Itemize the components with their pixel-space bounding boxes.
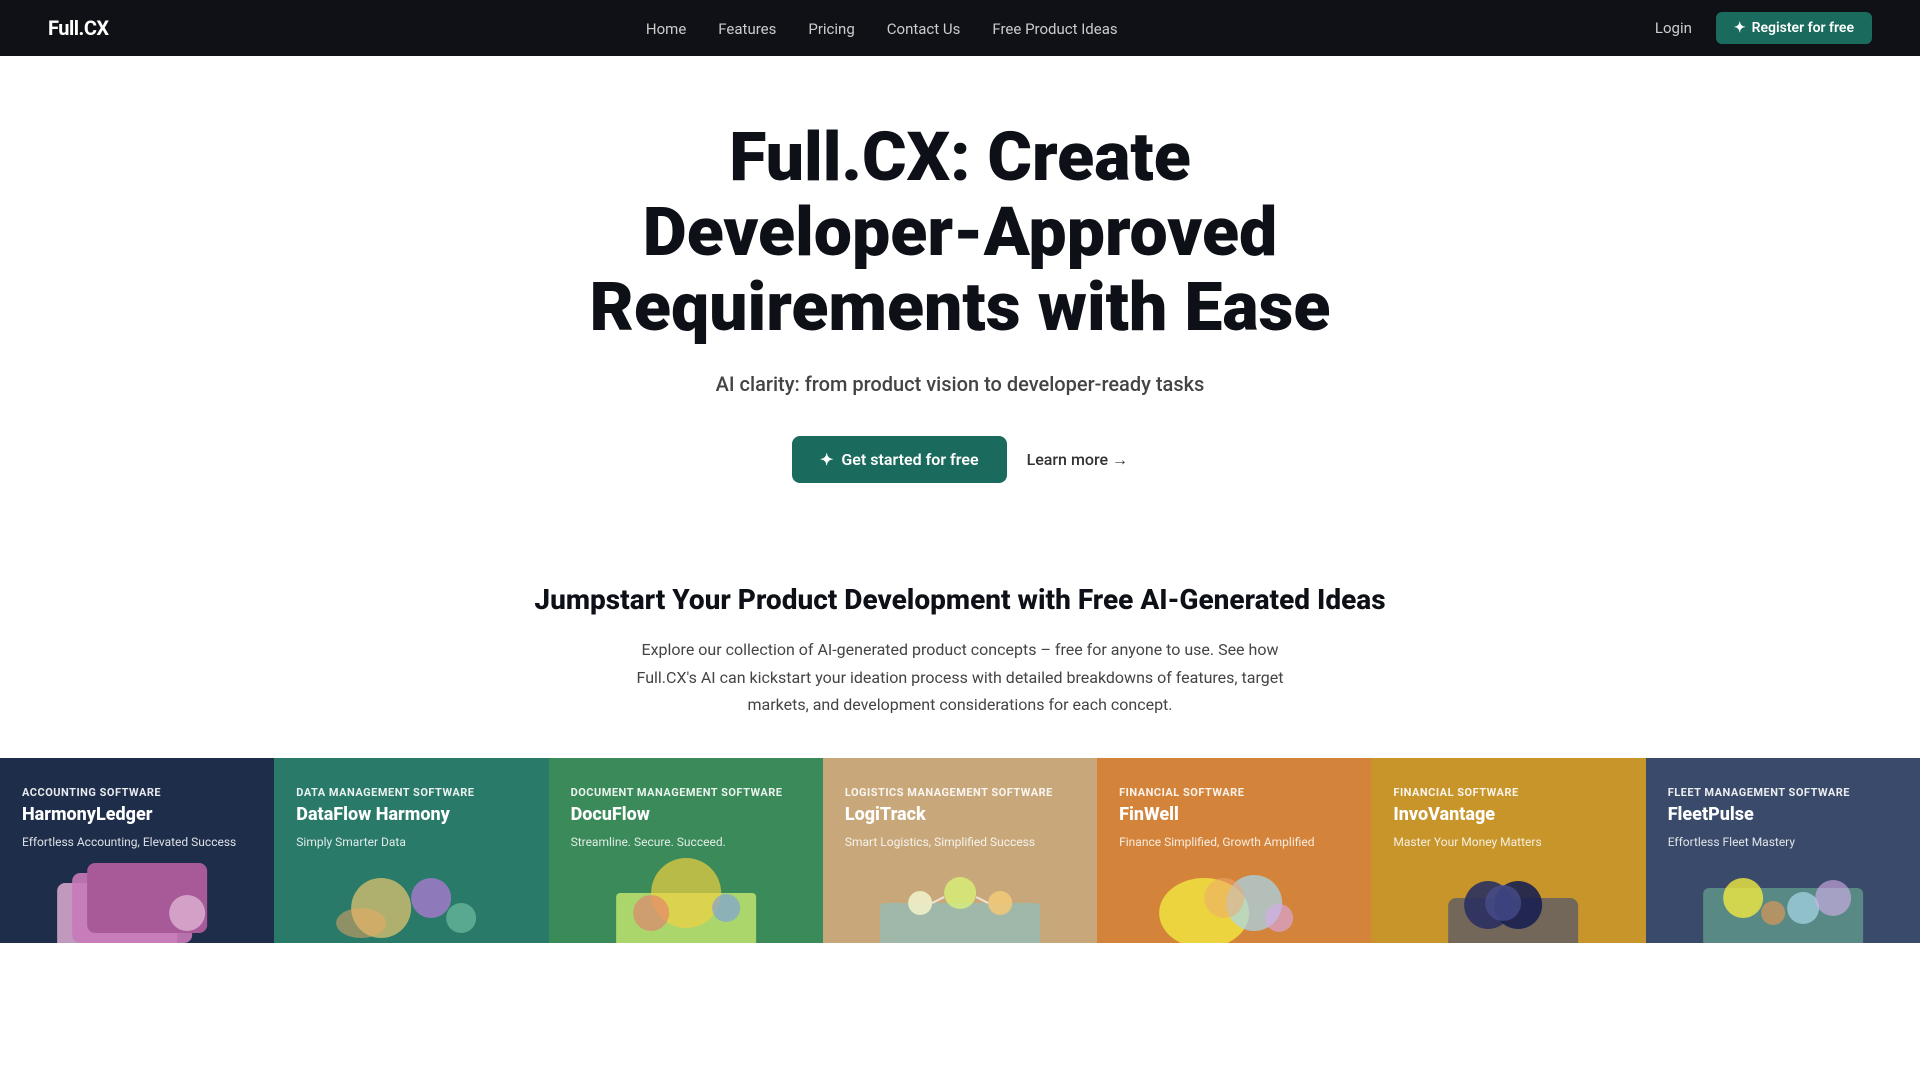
hero-section: Full.CX: Create Developer-Approved Requi… xyxy=(360,0,1560,543)
register-button[interactable]: ✦ Register for free xyxy=(1716,12,1872,44)
nav-right: Login ✦ Register for free xyxy=(1655,12,1872,44)
card-title: LogiTrack xyxy=(845,804,1075,826)
jumpstart-heading: Jumpstart Your Product Development with … xyxy=(508,583,1412,616)
card-category: Logistics Management Software xyxy=(845,786,1075,799)
card-category: Document Management Software xyxy=(571,786,801,799)
card-category: Financial Software xyxy=(1393,786,1623,799)
sparkle-icon-cta: ✦ xyxy=(820,450,833,469)
card-subtitle: Finance Simplified, Growth Amplified xyxy=(1119,834,1349,851)
get-started-button[interactable]: ✦ Get started for free xyxy=(792,436,1007,483)
card-visual xyxy=(22,853,252,943)
card-title: HarmonyLedger xyxy=(22,804,252,826)
card-visual xyxy=(1393,853,1623,943)
nav-home[interactable]: Home xyxy=(646,20,686,38)
card-subtitle: Smart Logistics, Simplified Success xyxy=(845,834,1075,851)
jumpstart-body: Explore our collection of AI-generated p… xyxy=(610,636,1310,718)
card-subtitle: Streamline. Secure. Succeed. xyxy=(571,834,801,851)
card-title: DocuFlow xyxy=(571,804,801,826)
card-category: Financial Software xyxy=(1119,786,1349,799)
product-card[interactable]: Accounting Software HarmonyLedger Effort… xyxy=(0,758,274,943)
product-card[interactable]: Data Management Software DataFlow Harmon… xyxy=(274,758,548,943)
logo[interactable]: Full.CX xyxy=(48,16,109,40)
navbar: Full.CX Home Features Pricing Contact Us… xyxy=(0,0,1920,56)
card-title: FleetPulse xyxy=(1668,804,1898,826)
jumpstart-section: Jumpstart Your Product Development with … xyxy=(460,543,1460,718)
nav-links: Home Features Pricing Contact Us Free Pr… xyxy=(646,19,1118,38)
product-cards-row: Accounting Software HarmonyLedger Effort… xyxy=(0,758,1920,943)
card-visual xyxy=(845,853,1075,943)
card-title: InvoVantage xyxy=(1393,804,1623,826)
card-visual xyxy=(1119,853,1349,943)
card-subtitle: Effortless Accounting, Elevated Success xyxy=(22,834,252,851)
nav-contact[interactable]: Contact Us xyxy=(887,20,961,38)
card-visual xyxy=(571,853,801,943)
nav-free-ideas[interactable]: Free Product Ideas xyxy=(992,20,1117,38)
card-subtitle: Master Your Money Matters xyxy=(1393,834,1623,851)
card-subtitle: Simply Smarter Data xyxy=(296,834,526,851)
nav-pricing[interactable]: Pricing xyxy=(808,20,854,38)
product-card[interactable]: Logistics Management Software LogiTrack … xyxy=(823,758,1097,943)
card-title: DataFlow Harmony xyxy=(296,804,526,826)
sparkle-icon: ✦ xyxy=(1734,20,1746,36)
hero-buttons: ✦ Get started for free Learn more → xyxy=(408,436,1512,483)
card-visual xyxy=(296,853,526,943)
card-visual xyxy=(1668,853,1898,943)
product-card[interactable]: Financial Software InvoVantage Master Yo… xyxy=(1371,758,1645,943)
product-card[interactable]: Financial Software FinWell Finance Simpl… xyxy=(1097,758,1371,943)
nav-features[interactable]: Features xyxy=(718,20,776,38)
card-subtitle: Effortless Fleet Mastery xyxy=(1668,834,1898,851)
card-category: Fleet Management Software xyxy=(1668,786,1898,799)
hero-heading: Full.CX: Create Developer-Approved Requi… xyxy=(585,120,1335,344)
product-card[interactable]: Fleet Management Software FleetPulse Eff… xyxy=(1646,758,1920,943)
login-link[interactable]: Login xyxy=(1655,19,1692,37)
product-card[interactable]: Document Management Software DocuFlow St… xyxy=(549,758,823,943)
card-category: Data Management Software xyxy=(296,786,526,799)
hero-subtitle: AI clarity: from product vision to devel… xyxy=(408,372,1512,396)
card-title: FinWell xyxy=(1119,804,1349,826)
card-category: Accounting Software xyxy=(22,786,252,799)
learn-more-link[interactable]: Learn more → xyxy=(1027,450,1128,470)
